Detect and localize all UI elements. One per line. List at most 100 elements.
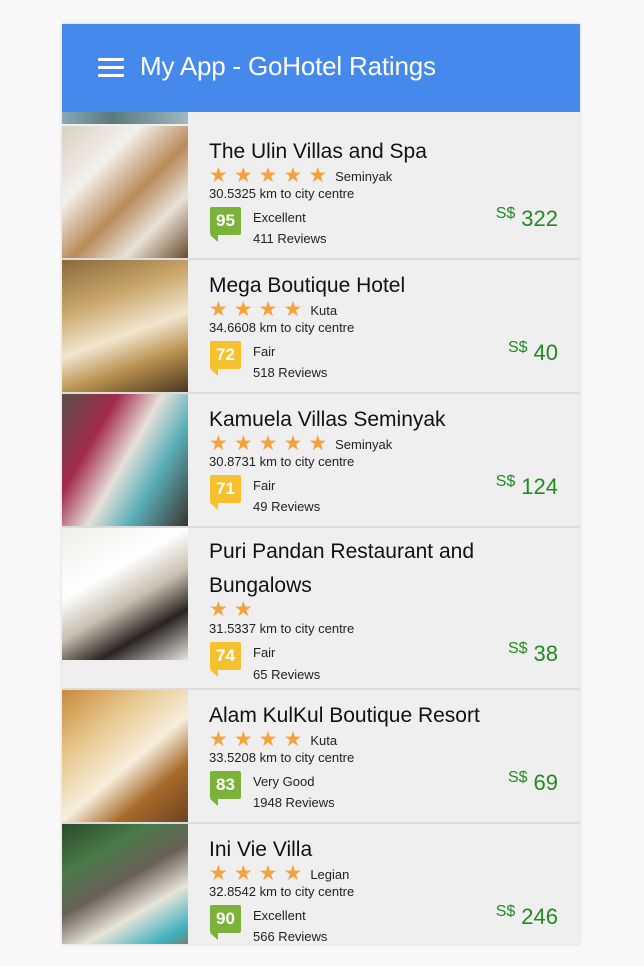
- app-title: My App - GoHotel Ratings: [140, 51, 436, 81]
- hotel-card[interactable]: Ini Vie Villa ★ ★ ★ ★ Legian 32.8542 km to c…: [62, 824, 580, 944]
- hotel-area: Legian: [310, 866, 350, 882]
- review-count: 566 Reviews: [253, 929, 328, 944]
- rating-label: Fair: [253, 645, 276, 660]
- review-count: 1948 Reviews: [253, 795, 335, 810]
- price-value: 246: [521, 904, 558, 929]
- star-icon: ★: [209, 164, 228, 187]
- star-icon: ★: [258, 432, 278, 455]
- star-icon: ★: [258, 298, 278, 321]
- currency-label: S$: [495, 903, 516, 920]
- review-count: 518 Reviews: [253, 365, 328, 380]
- hotel-photo[interactable]: [62, 394, 188, 526]
- price-value: 69: [533, 770, 558, 795]
- star-icon: ★: [258, 862, 278, 885]
- previous-card-edge: [62, 112, 580, 126]
- star-icon: ★: [308, 432, 328, 455]
- score-badge: 71: [210, 475, 241, 510]
- star-rating: ★ ★: [209, 598, 261, 621]
- hotel-list[interactable]: The Ulin Villas and Spa ★ ★ ★ ★ ★ Seminyak 30…: [62, 126, 580, 944]
- star-icon: ★: [233, 298, 253, 321]
- app-screen: My App - GoHotel Ratings The Ulin Villas…: [62, 24, 580, 944]
- star-icon: ★: [283, 298, 303, 321]
- hotel-name[interactable]: Mega Boutique Hotel: [209, 269, 509, 303]
- price-value: 124: [521, 474, 558, 499]
- rating-label: Excellent: [253, 210, 306, 225]
- hotel-card[interactable]: Mega Boutique Hotel ★ ★ ★ ★ Kuta 34.6608 km …: [62, 260, 580, 394]
- rating-label: Fair: [253, 478, 276, 493]
- star-rating: ★ ★ ★ ★ Legian: [209, 862, 350, 885]
- hotel-name[interactable]: Ini Vie Villa: [209, 833, 509, 867]
- hamburger-menu-icon[interactable]: [98, 58, 124, 78]
- star-icon: ★: [258, 728, 278, 751]
- hotel-photo[interactable]: [62, 528, 188, 660]
- hotel-name[interactable]: Puri Pandan Restaurant and Bungalows: [209, 535, 509, 603]
- hotel-area: Seminyak: [335, 436, 393, 452]
- star-icon: ★: [258, 164, 278, 187]
- star-icon: ★: [233, 164, 253, 187]
- hotel-card[interactable]: The Ulin Villas and Spa ★ ★ ★ ★ ★ Seminyak 30…: [62, 126, 580, 260]
- star-icon: ★: [209, 298, 228, 321]
- star-icon: ★: [233, 432, 253, 455]
- app-bar: My App - GoHotel Ratings: [62, 24, 580, 112]
- hotel-name[interactable]: Alam KulKul Boutique Resort: [209, 699, 509, 733]
- star-icon: ★: [209, 728, 228, 751]
- review-count: 411 Reviews: [253, 231, 327, 246]
- score-badge: 72: [210, 341, 241, 376]
- hotel-photo[interactable]: [62, 260, 188, 392]
- distance-text: 32.8542 km to city centre: [209, 884, 355, 899]
- score-badge: 83: [210, 771, 241, 806]
- star-icon: ★: [233, 728, 253, 751]
- currency-label: S$: [507, 769, 528, 786]
- star-icon: ★: [233, 862, 253, 885]
- star-rating: ★ ★ ★ ★ Kuta: [209, 298, 338, 321]
- star-icon: ★: [283, 164, 303, 187]
- hotel-name[interactable]: The Ulin Villas and Spa: [209, 135, 509, 169]
- price: S$ 40: [507, 339, 558, 366]
- hotel-area: Kuta: [310, 732, 338, 748]
- rating-label: Very Good: [253, 774, 315, 789]
- score-badge: 90: [210, 905, 241, 940]
- hotel-photo[interactable]: [62, 690, 188, 822]
- rating-label: Excellent: [253, 908, 306, 923]
- star-rating: ★ ★ ★ ★ ★ Seminyak: [209, 164, 393, 187]
- star-icon: ★: [209, 432, 228, 455]
- price: S$ 69: [507, 769, 558, 796]
- price-value: 40: [533, 340, 558, 365]
- distance-text: 31.5337 km to city centre: [209, 621, 355, 636]
- price: S$ 124: [495, 473, 558, 500]
- hotel-name[interactable]: Kamuela Villas Seminyak: [209, 403, 509, 437]
- star-rating: ★ ★ ★ ★ ★ Seminyak: [209, 432, 393, 455]
- star-icon: ★: [283, 432, 303, 455]
- price-value: 322: [521, 206, 558, 231]
- price: S$ 322: [495, 205, 558, 232]
- distance-text: 30.8731 km to city centre: [209, 454, 355, 469]
- distance-text: 33.5208 km to city centre: [209, 750, 355, 765]
- star-icon: ★: [233, 598, 253, 621]
- hotel-card[interactable]: Puri Pandan Restaurant and Bungalows ★ ★ …: [62, 528, 580, 690]
- star-icon: ★: [308, 164, 328, 187]
- distance-text: 30.5325 km to city centre: [209, 186, 355, 201]
- star-icon: ★: [283, 862, 303, 885]
- star-rating: ★ ★ ★ ★ Kuta: [209, 728, 338, 751]
- score-badge: 74: [210, 642, 241, 677]
- hotel-card[interactable]: Kamuela Villas Seminyak ★ ★ ★ ★ ★ Seminyak 30…: [62, 394, 580, 528]
- rating-label: Fair: [253, 344, 276, 359]
- hotel-photo[interactable]: [62, 126, 188, 258]
- distance-text: 34.6608 km to city centre: [209, 320, 355, 335]
- hotel-area: Seminyak: [335, 168, 393, 184]
- currency-label: S$: [507, 640, 528, 657]
- hotel-area: Kuta: [310, 302, 338, 318]
- review-count: 49 Reviews: [253, 499, 321, 514]
- hotel-photo[interactable]: [62, 824, 188, 944]
- price-value: 38: [533, 641, 558, 666]
- star-icon: ★: [283, 728, 303, 751]
- price: S$ 38: [507, 640, 558, 667]
- price: S$ 246: [495, 903, 558, 930]
- hotel-card[interactable]: Alam KulKul Boutique Resort ★ ★ ★ ★ Kuta 33.…: [62, 690, 580, 824]
- currency-label: S$: [495, 205, 516, 222]
- hotel-photo: [62, 112, 188, 124]
- star-icon: ★: [209, 862, 228, 885]
- star-icon: ★: [209, 598, 228, 621]
- currency-label: S$: [507, 339, 528, 356]
- currency-label: S$: [495, 473, 516, 490]
